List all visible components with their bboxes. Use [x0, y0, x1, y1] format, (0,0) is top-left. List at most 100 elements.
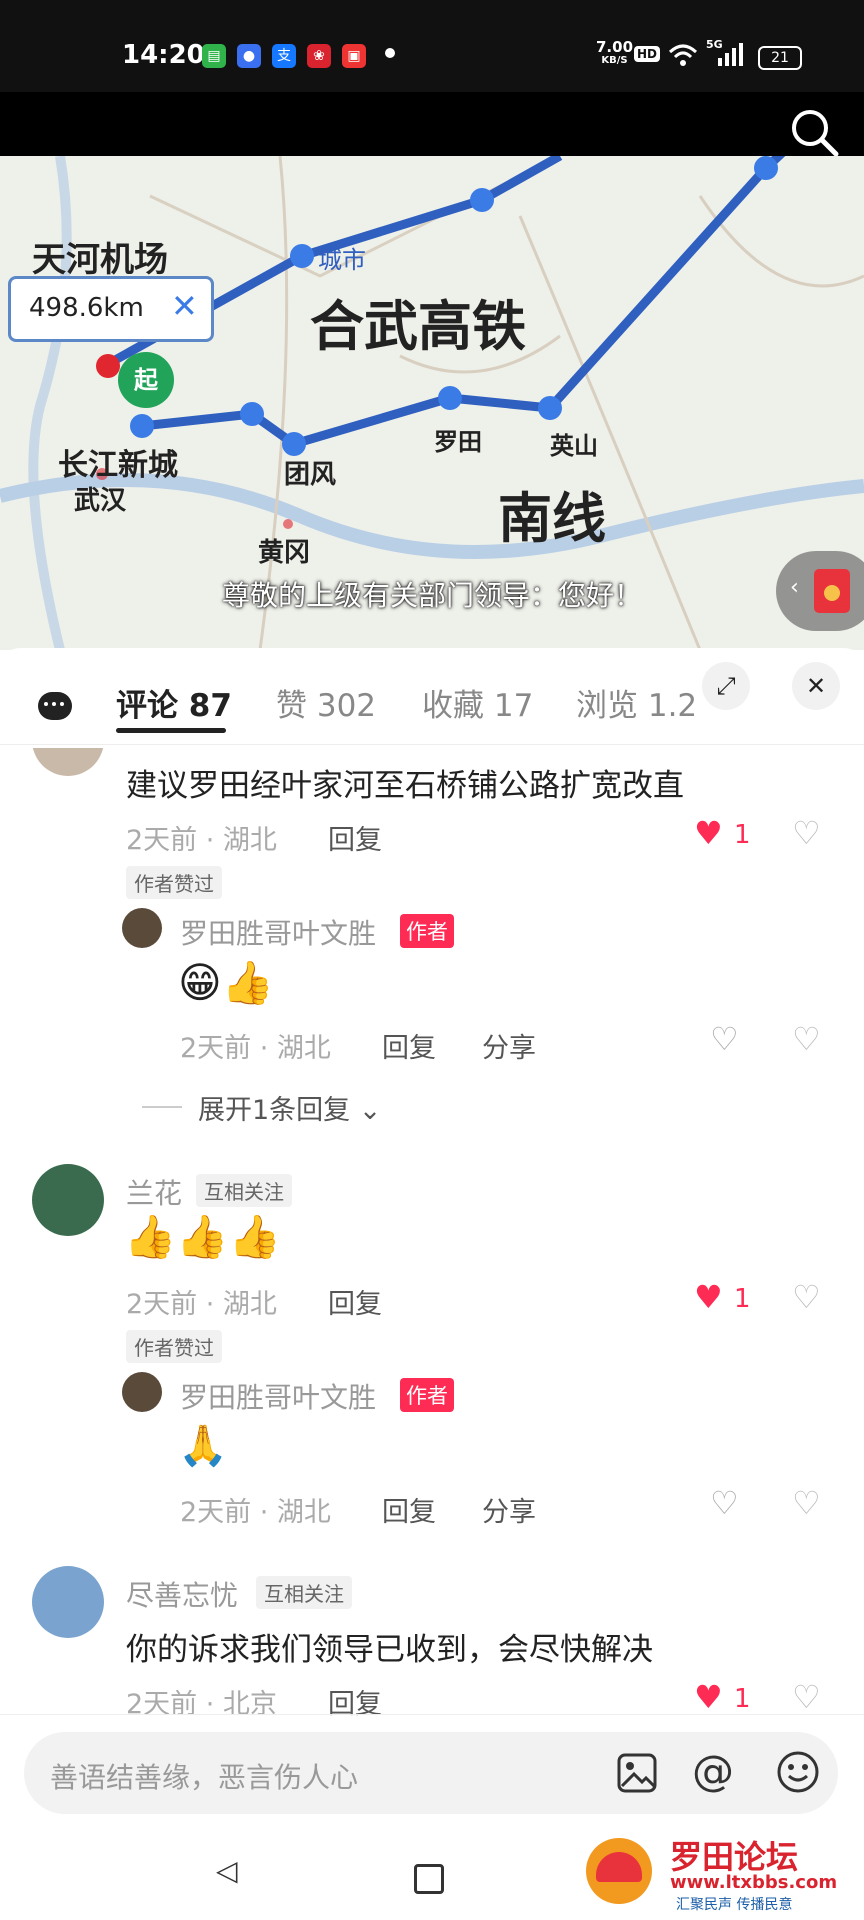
close-icon[interactable]: ✕ [171, 287, 198, 325]
dislike-icon[interactable]: ♡ [792, 1278, 821, 1316]
hd-badge: HD [634, 46, 661, 62]
home-icon[interactable] [414, 1864, 444, 1894]
message-app-icon: ▤ [202, 44, 226, 68]
close-panel-icon[interactable]: ✕ [792, 662, 840, 710]
tab-favorites[interactable]: 收藏 17 [422, 680, 533, 725]
share-button[interactable]: 分享 [482, 1026, 536, 1065]
reply-author-name[interactable]: 罗田胜哥叶文胜 [180, 1376, 376, 1416]
watermark-slogan: 汇聚民声 传播民意 [676, 1897, 793, 1913]
reply-button[interactable]: 回复 [328, 1282, 382, 1321]
system-nav-bar: ◁ 罗田论坛 www.ltxbbs.com 汇聚民声 传播民意 [0, 1832, 864, 1920]
forum-logo-icon [586, 1838, 652, 1904]
alipay-app-icon: 支 [272, 44, 296, 68]
status-bar: 14:20 ▤ ● 支 ❀ ▣ 7.00 KB/S HD 5G 21 [0, 0, 864, 92]
distance-box: 498.6km ✕ [8, 276, 214, 342]
comment-input-placeholder: 善语结善缘，恶言伤人心 [50, 1761, 359, 1794]
distance-value: 498.6km [29, 293, 144, 323]
tab-underline [116, 728, 226, 733]
mutual-follow-tag: 互相关注 [196, 1174, 292, 1207]
map-label-airport: 天河机场 [32, 240, 168, 280]
like-count: 1 [734, 820, 751, 850]
watermark-url: www.ltxbbs.com [670, 1872, 838, 1893]
avatar[interactable] [32, 1566, 104, 1638]
comment-meta: 2天前 · 湖北 [180, 1033, 331, 1064]
headline-app-icon: ▣ [342, 44, 366, 68]
reply-button[interactable]: 回复 [382, 1026, 436, 1065]
like-count: 1 [734, 1684, 751, 1714]
emoji-icon[interactable] [776, 1750, 820, 1794]
map-label-huanggang: 黄冈 [258, 538, 311, 568]
comment-author-name[interactable]: 兰花 [126, 1172, 182, 1212]
heart-filled-icon[interactable]: ♥ [694, 1278, 723, 1316]
reply-author-name[interactable]: 罗田胜哥叶文胜 [180, 912, 376, 952]
map-label-new-city: 长江新城 [58, 448, 178, 483]
heart-filled-icon[interactable]: ♥ [694, 1678, 723, 1716]
reply-text: 🙏 [178, 1423, 228, 1469]
heart-outline-icon[interactable]: ♡ [710, 1484, 739, 1522]
map-label-tuanfeng: 团风 [284, 460, 337, 490]
expand-line [142, 1106, 182, 1108]
map-label-wuhan: 武汉 [74, 486, 127, 516]
search-icon[interactable] [788, 106, 840, 158]
battery-indicator: 21 [758, 46, 802, 70]
map-label-city: 城市 [318, 246, 366, 274]
video-top-band [0, 92, 864, 158]
reply-button[interactable]: 回复 [328, 818, 382, 857]
back-icon[interactable]: ◁ [216, 1854, 238, 1887]
dislike-icon[interactable]: ♡ [792, 1678, 821, 1716]
comment-panel: 评论 87 赞 302 收藏 17 浏览 1.2 ⤢ ✕ 建议罗田经叶家河至石桥… [0, 648, 864, 1920]
more-notifications-dot [385, 48, 395, 58]
tab-comments[interactable]: 评论 87 [116, 680, 232, 725]
like-count: 1 [734, 1284, 751, 1314]
red-envelope-icon [814, 569, 850, 613]
map-label-luotian: 罗田 [434, 427, 482, 456]
author-liked-tag: 作者赞过 [126, 1330, 222, 1363]
status-time: 14:20 [122, 40, 205, 70]
expand-icon[interactable]: ⤢ [702, 662, 750, 710]
dislike-icon[interactable]: ♡ [792, 1484, 821, 1522]
reply-button[interactable]: 回复 [382, 1490, 436, 1529]
red-app-icon: ❀ [307, 44, 331, 68]
mutual-follow-tag: 互相关注 [256, 1576, 352, 1609]
dislike-icon[interactable]: ♡ [792, 814, 821, 852]
panel-divider [0, 744, 864, 745]
comment-text: 你的诉求我们领导已收到，会尽快解决 [126, 1632, 653, 1668]
comment-text: 👍👍👍 [124, 1212, 281, 1261]
chevron-down-icon: ⌄ [358, 1095, 382, 1126]
comment-author-name[interactable]: 尽善忘忧 [126, 1574, 238, 1614]
reply-button[interactable]: 回复 [328, 1682, 382, 1721]
comment-meta: 2天前 · 北京 [126, 1689, 277, 1720]
comment-text: 建议罗田经叶家河至石桥铺公路扩宽改直 [126, 768, 684, 804]
input-divider [0, 1714, 864, 1715]
red-packet-widget[interactable]: ‹ [776, 551, 864, 631]
dislike-icon[interactable]: ♡ [792, 1020, 821, 1058]
signal-icon [718, 43, 743, 66]
comment-meta: 2天前 · 湖北 [126, 1289, 277, 1320]
avatar[interactable] [122, 1372, 162, 1412]
chat-settings-icon[interactable] [38, 692, 72, 720]
expand-replies[interactable]: 展开1条回复 ⌄ [198, 1088, 381, 1127]
reply-text: 😁👍 [178, 958, 275, 1007]
map-label-south-line: 南线 [498, 486, 606, 550]
image-icon[interactable] [616, 1752, 658, 1794]
author-tag: 作者 [400, 1378, 454, 1412]
map-label-yingshan: 英山 [550, 431, 598, 460]
comment-meta: 2天前 · 湖北 [126, 825, 277, 856]
net-speed: 7.00 KB/S [596, 38, 634, 67]
mention-icon[interactable]: @ [692, 1746, 734, 1795]
tab-views[interactable]: 浏览 1.2 [576, 680, 697, 725]
heart-outline-icon[interactable]: ♡ [710, 1020, 739, 1058]
map-label-route-title: 合武高铁 [310, 294, 526, 358]
chevron-left-icon: ‹ [790, 575, 799, 600]
tab-likes[interactable]: 赞 302 [276, 680, 376, 725]
comment-meta: 2天前 · 湖北 [180, 1497, 331, 1528]
video-player[interactable]: 天河机场 城市 合武高铁 长江新城 武汉 团风 罗田 英山 南线 黄冈 498.… [0, 156, 864, 650]
comment-input[interactable]: 善语结善缘，恶言伤人心 @ [24, 1732, 838, 1814]
wifi-icon [668, 44, 698, 66]
avatar[interactable] [122, 908, 162, 948]
share-button[interactable]: 分享 [482, 1490, 536, 1529]
start-marker: 起 [118, 352, 174, 408]
heart-filled-icon[interactable]: ♥ [694, 814, 723, 852]
avatar[interactable] [32, 1164, 104, 1236]
video-subtitle: 尊敬的上级有关部门领导：您好！ [221, 579, 642, 612]
